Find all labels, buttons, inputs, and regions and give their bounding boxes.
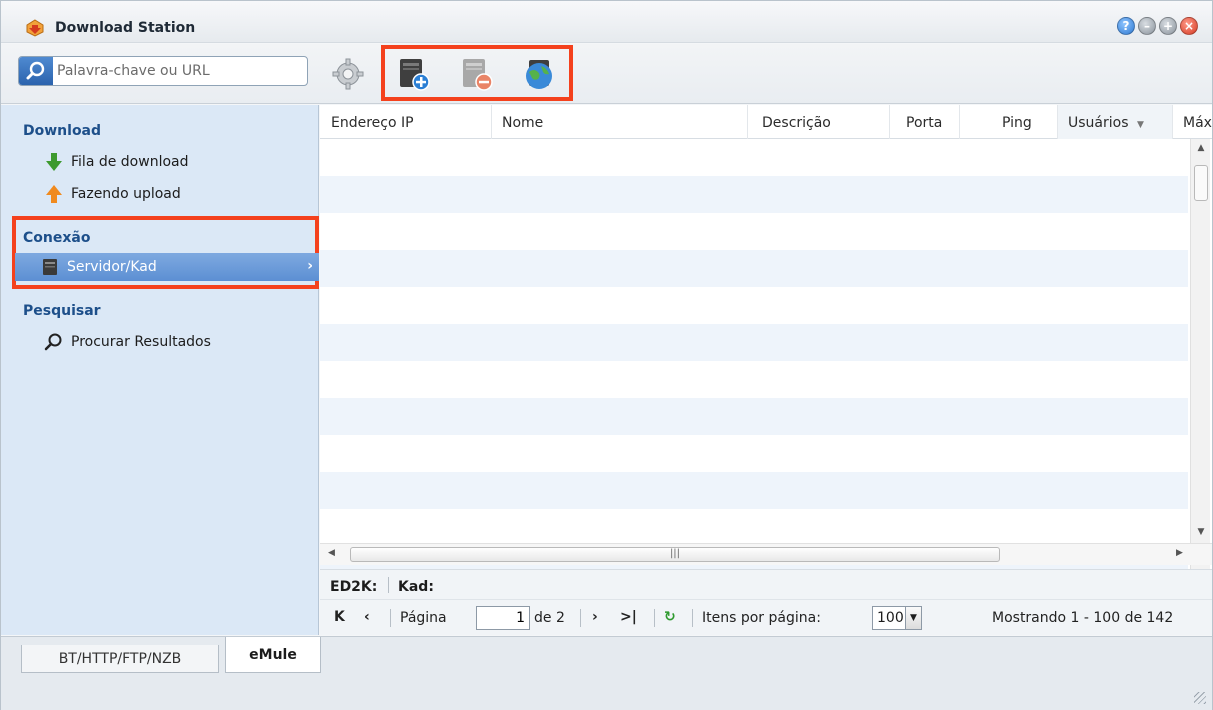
table-row[interactable]: [320, 287, 1188, 324]
search-input[interactable]: [57, 60, 297, 82]
page-number-input[interactable]: [476, 606, 530, 630]
pager-divider: [654, 609, 655, 627]
download-station-window: Download Station ? – + × Palavra-chave o…: [0, 0, 1213, 710]
scroll-down-icon[interactable]: ▼: [1191, 527, 1211, 537]
sidebar-item-label: Servidor/Kad: [67, 259, 157, 275]
arrow-down-icon: [43, 151, 65, 173]
section-header-connection: Conexão: [23, 230, 91, 246]
horizontal-scroll-thumb[interactable]: |||: [350, 547, 1000, 562]
vertical-scrollbar[interactable]: ▲ ▼: [1190, 139, 1210, 569]
table-row[interactable]: [320, 361, 1188, 398]
chevron-down-icon[interactable]: ▼: [905, 607, 921, 629]
table-row[interactable]: [320, 398, 1188, 435]
column-header-max[interactable]: Máx: [1173, 105, 1212, 139]
items-per-page-label: Itens por página:: [702, 610, 821, 626]
magnifier-icon: [43, 331, 65, 353]
prev-page-icon[interactable]: ‹: [364, 609, 370, 625]
title-bar: Download Station ? – + ×: [1, 1, 1212, 43]
arrow-up-icon: [43, 183, 65, 205]
help-icon[interactable]: ?: [1117, 17, 1135, 35]
search-box[interactable]: [18, 56, 308, 86]
pager-divider: [580, 609, 581, 627]
table-row[interactable]: [320, 139, 1188, 176]
chevron-right-icon: ›: [307, 258, 313, 274]
connection-status-bar: ED2K: Kad:: [320, 569, 1212, 599]
globe-icon: [526, 60, 552, 89]
table-row[interactable]: [320, 435, 1188, 472]
settings-button[interactable]: [328, 54, 368, 94]
server-icon: [39, 256, 61, 278]
column-header-users[interactable]: Usuários ▼: [1058, 105, 1173, 139]
table-row[interactable]: [320, 472, 1188, 509]
section-header-search: Pesquisar: [23, 303, 101, 319]
items-per-page-value: 100: [877, 610, 904, 626]
download-station-icon: [26, 19, 44, 37]
paging-summary: Mostrando 1 - 100 de 142: [992, 610, 1174, 626]
server-grid: Endereço IP Nome Descrição Porta Ping Us…: [320, 105, 1212, 635]
tab-emule[interactable]: eMule: [225, 637, 321, 673]
page-total-label: de 2: [534, 610, 565, 626]
close-icon[interactable]: ×: [1180, 17, 1198, 35]
sidebar: Download Fila de download Fazendo upload…: [1, 105, 319, 635]
first-page-icon[interactable]: K: [334, 609, 345, 625]
window-controls: ? – + ×: [1117, 17, 1198, 35]
gear-icon: [332, 58, 364, 90]
next-page-icon[interactable]: ›: [592, 609, 598, 625]
pager-divider: [692, 609, 693, 627]
resize-grip-icon[interactable]: [1194, 692, 1206, 704]
tab-bar: BT/HTTP/FTP/NZB eMule: [1, 636, 1212, 680]
column-label: Usuários: [1068, 115, 1129, 131]
refresh-icon[interactable]: ↻: [664, 609, 676, 625]
table-row[interactable]: [320, 509, 1188, 546]
column-header-ip[interactable]: Endereço IP: [320, 105, 492, 139]
status-divider: [388, 577, 389, 593]
sidebar-item-label: Fila de download: [71, 154, 189, 170]
column-header-name[interactable]: Nome: [492, 105, 748, 139]
connect-button[interactable]: [519, 54, 559, 94]
sidebar-item-label: Fazendo upload: [71, 186, 181, 202]
maximize-icon[interactable]: +: [1159, 17, 1177, 35]
section-header-download: Download: [23, 123, 102, 139]
tab-bt-http-ftp-nzb[interactable]: BT/HTTP/FTP/NZB: [21, 645, 219, 673]
table-row[interactable]: [320, 324, 1188, 361]
sidebar-item-search-results[interactable]: Procurar Resultados: [43, 330, 211, 354]
page-label: Página: [400, 610, 447, 626]
horizontal-scrollbar[interactable]: ◀ ||| ▶: [320, 543, 1212, 565]
window-title: Download Station: [55, 20, 196, 36]
items-per-page-select[interactable]: 100 ▼: [872, 606, 922, 630]
minimize-icon[interactable]: –: [1138, 17, 1156, 35]
search-icon[interactable]: [19, 57, 53, 85]
ed2k-status-label: ED2K:: [330, 579, 378, 595]
grid-header: Endereço IP Nome Descrição Porta Ping Us…: [320, 105, 1212, 139]
remove-server-icon: [463, 59, 493, 91]
sidebar-item-server-kad[interactable]: Servidor/Kad ›: [15, 253, 319, 281]
add-server-button[interactable]: [393, 54, 433, 94]
kad-status-label: Kad:: [398, 579, 434, 595]
sidebar-item-uploading[interactable]: Fazendo upload: [43, 182, 181, 206]
remove-server-button[interactable]: [456, 54, 496, 94]
table-row[interactable]: [320, 250, 1188, 287]
toolbar: [1, 44, 1212, 104]
table-row[interactable]: [320, 213, 1188, 250]
table-row[interactable]: [320, 176, 1188, 213]
vertical-scroll-thumb[interactable]: [1194, 165, 1208, 201]
pager-divider: [390, 609, 391, 627]
sort-desc-icon: ▼: [1136, 120, 1144, 130]
column-header-port[interactable]: Porta: [890, 105, 960, 139]
pagination-bar: K ‹ Página de 2 › >| ↻ Itens por página:…: [320, 599, 1212, 635]
add-server-icon: [400, 59, 430, 91]
sidebar-item-download-queue[interactable]: Fila de download: [43, 150, 189, 174]
scroll-right-icon[interactable]: ▶: [1176, 548, 1183, 558]
grid-rows: [320, 139, 1188, 641]
scroll-up-icon[interactable]: ▲: [1191, 143, 1211, 153]
scroll-left-icon[interactable]: ◀: [328, 548, 335, 558]
column-header-ping[interactable]: Ping: [960, 105, 1058, 139]
column-header-description[interactable]: Descrição: [748, 105, 890, 139]
sidebar-item-label: Procurar Resultados: [71, 334, 211, 350]
last-page-icon[interactable]: >|: [620, 609, 637, 625]
window-footer: [1, 680, 1212, 710]
